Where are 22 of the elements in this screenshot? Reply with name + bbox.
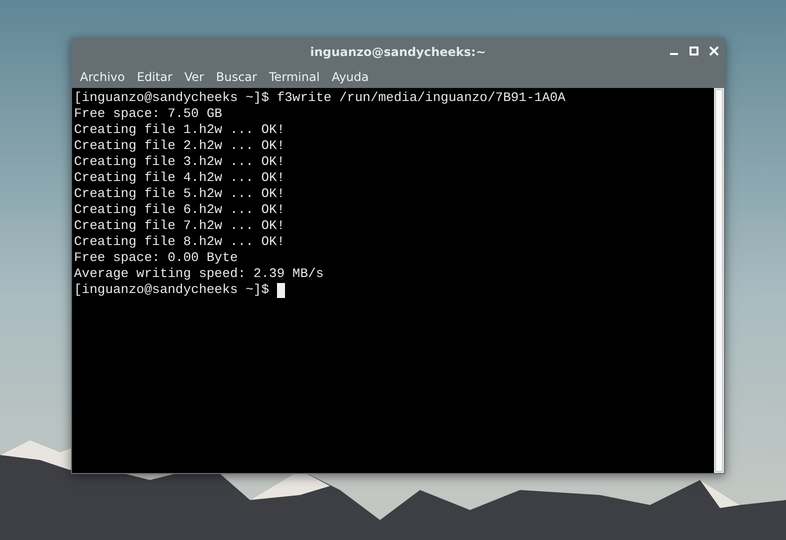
terminal-line: Creating file 4.h2w ... OK!: [74, 170, 285, 186]
terminal-line: [inguanzo@sandycheeks ~]$: [74, 282, 270, 298]
menu-item[interactable]: Editar: [132, 70, 178, 84]
terminal-line: Free space: 0.00 Byte: [74, 250, 238, 266]
terminal-line: Average writing speed: 2.39 MB/s: [74, 266, 324, 282]
terminal-line: [inguanzo@sandycheeks ~]$ f3write /run/media/inguanzo/7B91-1A0A: [74, 90, 566, 106]
menu-item[interactable]: Buscar: [210, 70, 262, 84]
maximize-icon[interactable]: [689, 46, 699, 56]
menu-item[interactable]: Ayuda: [326, 70, 374, 84]
terminal-line: Creating file 2.h2w ... OK!: [74, 138, 285, 154]
menu-item[interactable]: Terminal: [264, 70, 325, 84]
menu-item[interactable]: Archivo: [75, 70, 130, 84]
menu-item[interactable]: Ver: [179, 70, 209, 84]
close-icon[interactable]: [709, 46, 719, 56]
terminal-line: Creating file 8.h2w ... OK!: [74, 234, 285, 250]
terminal-line: Free space: 7.50 GB: [74, 106, 222, 122]
terminal-line: Creating file 7.h2w ... OK!: [74, 218, 285, 234]
window-title: inguanzo@sandycheeks:~: [310, 45, 486, 59]
terminal-line: Creating file 3.h2w ... OK!: [74, 154, 285, 170]
terminal-line: Creating file 1.h2w ... OK!: [74, 122, 285, 138]
terminal-line: Creating file 5.h2w ... OK!: [74, 186, 285, 202]
terminal-line: Creating file 6.h2w ... OK!: [74, 202, 285, 218]
